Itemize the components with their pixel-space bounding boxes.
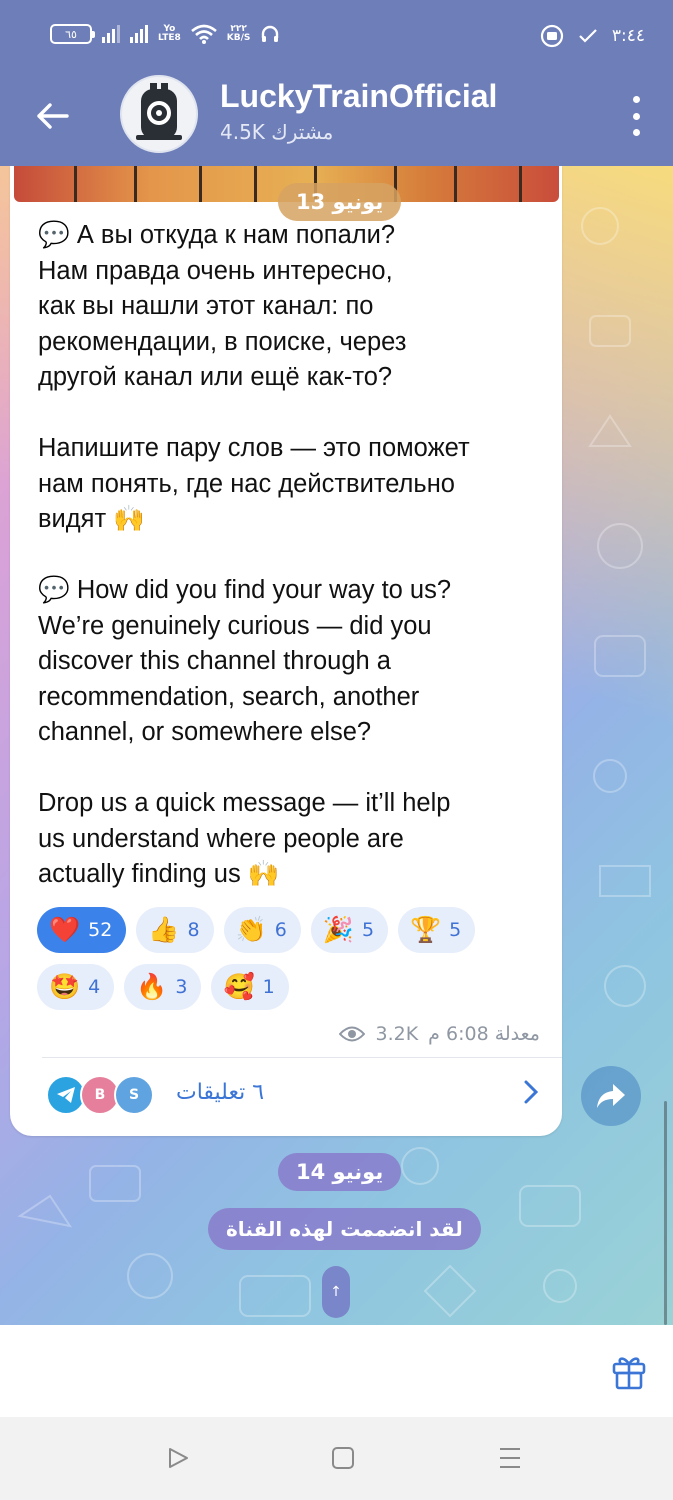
nav-back-button[interactable] xyxy=(163,1443,193,1473)
menu-dot xyxy=(632,96,640,103)
screen-record-icon xyxy=(540,24,563,48)
heart-emoji-icon: ❤️ xyxy=(49,915,81,944)
reaction-count: 5 xyxy=(361,919,375,941)
eye-icon xyxy=(339,1026,366,1042)
network-speed: ٢٢٢ KB/S xyxy=(226,24,251,43)
fire-emoji-icon: 🔥 xyxy=(136,972,168,1001)
share-button[interactable] xyxy=(581,1066,641,1126)
menu-dot xyxy=(632,112,640,120)
check-icon xyxy=(579,29,597,43)
chevron-right-icon xyxy=(524,1080,539,1104)
date-separator: 14 يونيو xyxy=(278,1153,402,1191)
reaction-count: 1 xyxy=(262,976,275,998)
channel-avatar[interactable] xyxy=(120,75,198,153)
reaction-star-struck[interactable]: 🤩 4 xyxy=(37,964,115,1010)
post-text: 💬 А вы откуда к нам попали? Нам правда о… xyxy=(38,221,470,888)
reaction-heart[interactable]: ❤️ 52 xyxy=(37,907,127,953)
reaction-clap[interactable]: 👏 6 xyxy=(223,907,301,953)
clock: ٣:٤٤ xyxy=(611,26,645,46)
reaction-count: 6 xyxy=(274,919,287,941)
nav-home-button[interactable] xyxy=(328,1443,358,1473)
gift-icon xyxy=(612,1357,646,1390)
reaction-thumbs-up[interactable]: 👍 8 xyxy=(136,907,214,953)
post-meta: 3.2K معدلة 6:08 م xyxy=(339,1023,540,1045)
reaction-count: 3 xyxy=(175,976,188,998)
train-logo-icon xyxy=(136,83,182,140)
thumbs-up-emoji-icon: 👍 xyxy=(148,915,180,944)
signal-icon-2 xyxy=(130,25,148,43)
post-time: معدلة 6:08 م xyxy=(428,1023,540,1045)
battery-level: ٦٥ xyxy=(65,27,77,41)
scroll-button[interactable]: ↑ xyxy=(322,1266,350,1318)
smiling-hearts-emoji-icon: 🥰 xyxy=(223,972,255,1001)
reaction-count: 5 xyxy=(449,919,462,941)
reaction-count: 4 xyxy=(88,976,101,998)
clap-emoji-icon: 👏 xyxy=(235,915,267,944)
more-options-button[interactable] xyxy=(629,96,643,136)
comments-count-label: ٦ تعليقات xyxy=(176,1080,265,1105)
triangle-back-icon xyxy=(169,1448,188,1468)
share-forward-icon xyxy=(597,1084,625,1108)
channel-bottom-bar xyxy=(0,1325,673,1417)
gift-button[interactable] xyxy=(609,1351,649,1391)
square-home-icon xyxy=(332,1447,354,1469)
status-left: ٦٥ Yo LTE8 ٢٢٢ KB/S xyxy=(50,24,280,44)
reaction-trophy[interactable]: 🏆 5 xyxy=(398,907,476,953)
trophy-emoji-icon: 🏆 xyxy=(410,915,442,944)
party-emoji-icon: 🎉 xyxy=(322,915,354,944)
menu-dot xyxy=(632,129,640,136)
channel-title[interactable]: LuckyTrainOfficial xyxy=(220,78,497,115)
status-right: ٣:٤٤ xyxy=(540,24,645,48)
chat-header: LuckyTrainOfficial 4.5K مشترك xyxy=(0,72,673,166)
menu-lines-icon xyxy=(500,1448,520,1468)
view-count: 3.2K xyxy=(375,1023,419,1045)
reactions-bar: ❤️ 52 👍 8 👏 6 🎉 5 🏆 5 🤩 4 🔥 3 🥰 1 xyxy=(37,907,537,1010)
nav-recents-button[interactable] xyxy=(495,1443,525,1473)
reaction-fire[interactable]: 🔥 3 xyxy=(124,964,202,1010)
reaction-party[interactable]: 🎉 5 xyxy=(310,907,389,953)
reaction-count: 52 xyxy=(88,919,113,941)
wifi-icon xyxy=(190,24,217,44)
battery-indicator: ٦٥ xyxy=(50,24,95,44)
arrow-up-icon: ↑ xyxy=(330,1284,342,1300)
channel-post-bubble[interactable]: 💬 А вы откуда к нам попали? Нам правда о… xyxy=(10,166,562,1136)
telegram-icon xyxy=(57,1087,75,1103)
subscriber-count: 4.5K مشترك xyxy=(220,120,334,144)
back-button[interactable] xyxy=(30,94,74,138)
system-navigation-bar xyxy=(0,1417,673,1500)
service-message: لقد انضممت لهذه القناة xyxy=(208,1208,481,1250)
signal-icon xyxy=(102,25,120,43)
star-struck-emoji-icon: 🤩 xyxy=(49,972,81,1001)
status-bar: ٦٥ Yo LTE8 ٢٢٢ KB/S ٣:٤٤ xyxy=(0,0,673,72)
commenter-avatar: S xyxy=(114,1075,154,1115)
scrollbar[interactable] xyxy=(664,1101,667,1325)
date-separator: 13 يونيو xyxy=(278,183,402,221)
network-type: Yo LTE8 xyxy=(158,24,181,43)
chat-area[interactable]: 💬 А вы откуда к нам попали? Нам правда о… xyxy=(0,166,673,1325)
comments-button[interactable]: B S ٦ تعليقات xyxy=(10,1058,562,1134)
arrow-left-icon xyxy=(37,103,69,129)
reaction-love[interactable]: 🥰 1 xyxy=(211,964,289,1010)
reaction-count: 8 xyxy=(187,919,200,941)
headphones-icon xyxy=(262,25,279,42)
